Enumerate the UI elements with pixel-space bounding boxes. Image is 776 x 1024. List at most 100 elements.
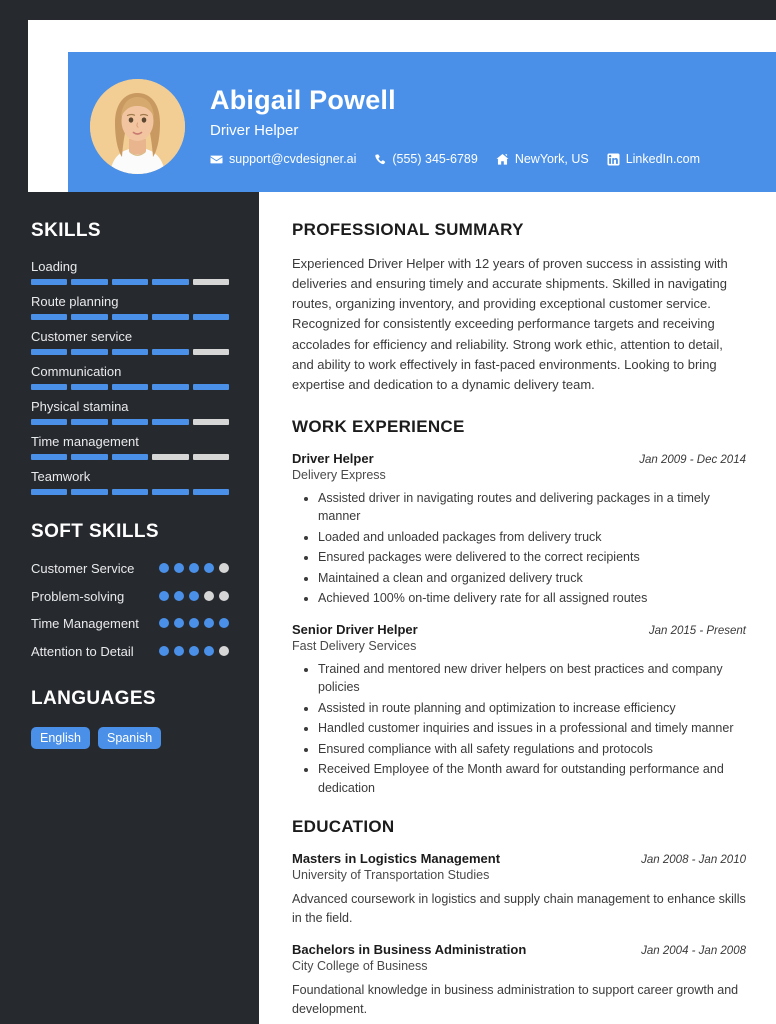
skill-bar-segment: [111, 489, 149, 495]
skill-label: Loading: [31, 259, 78, 274]
skill-bar-segment: [31, 454, 68, 460]
responsibility-list: Trained and mentored new driver helpers …: [292, 660, 746, 798]
contact-list: support@cvdesigner.ai (555) 345-6789 New…: [210, 152, 700, 166]
skill-bar-segment: [152, 489, 189, 495]
skill-bar-segment: [111, 419, 149, 425]
skill-bar-segment: [31, 279, 68, 285]
contact-location[interactable]: NewYork, US: [496, 152, 589, 166]
resume-page: Abigail Powell Driver Helper support@cvd…: [0, 0, 776, 1024]
skill-level-bar: [31, 419, 230, 425]
phone-icon: [375, 154, 386, 165]
language-badge[interactable]: English: [31, 727, 90, 750]
rating-dot: [174, 645, 184, 656]
skill-label: Time management: [31, 434, 139, 449]
degree-date-range: Jan 2008 - Jan 2010: [641, 854, 746, 867]
experience-entry-header: Senior Driver Helper Jan 2015 - Present: [292, 622, 746, 637]
skill-level-bar: [31, 279, 230, 285]
rating-dot: [204, 590, 214, 601]
soft-skill-row: Attention to Detail: [31, 643, 229, 661]
skill-level-bar: [31, 384, 230, 390]
contact-email[interactable]: support@cvdesigner.ai: [210, 152, 356, 166]
home-icon: [496, 153, 509, 165]
summary-heading: PROFESSIONAL SUMMARY: [292, 220, 524, 239]
skill-bar-segment: [192, 454, 230, 460]
school-name: City College of Business: [292, 958, 428, 973]
experience-list: Driver Helper Jan 2009 - Dec 2014 Delivery…: [292, 451, 746, 798]
skill-row: Customer service: [31, 329, 231, 355]
degree-title: Masters in Logistics Management: [292, 851, 501, 867]
rating-dot: [189, 563, 199, 573]
education-description: Foundational knowledge in business admin…: [292, 982, 739, 1016]
skill-bar-segment: [31, 384, 68, 390]
rating-dot: [189, 645, 199, 656]
candidate-role: Driver Helper: [210, 122, 299, 140]
skill-bar-segment: [111, 384, 149, 390]
header-banner: Abigail Powell Driver Helper support@cvd…: [68, 52, 776, 200]
job-date-range: Jan 2015 - Present: [648, 624, 746, 637]
soft-skill-row: Customer Service: [31, 560, 229, 578]
rating-dot: [159, 645, 169, 656]
school-name: University of Transportation Studies: [292, 868, 490, 883]
skill-bar-segment: [71, 384, 108, 390]
rating-dot: [174, 618, 184, 629]
skill-bar-segment: [152, 349, 189, 355]
summary-text: Experienced Driver Helper with 12 years …: [292, 256, 728, 392]
avatar: [90, 78, 185, 174]
skill-row: Time management: [31, 434, 231, 460]
degree-title: Bachelors in Business Administration: [292, 941, 527, 957]
rating-dot: [159, 563, 169, 573]
skill-label: Communication: [31, 364, 122, 379]
skill-bar-segment: [71, 419, 108, 425]
rating-dot: [219, 563, 229, 573]
skill-bar-segment: [192, 489, 230, 495]
skill-label: Route planning: [31, 294, 119, 309]
candidate-name: Abigail Powell: [210, 84, 396, 115]
contact-email-text: support@cvdesigner.ai: [229, 152, 357, 167]
responsibility-item: Assisted driver in navigating routes and…: [318, 489, 746, 526]
skill-bar-segment: [31, 489, 68, 495]
contact-linkedin[interactable]: LinkedIn.com: [607, 152, 700, 166]
job-date-range: Jan 2009 - Dec 2014: [639, 453, 746, 466]
skill-bar-segment: [71, 314, 108, 320]
soft-skill-label: Problem-solving: [31, 588, 125, 604]
skill-bar-segment: [71, 489, 108, 495]
language-badge[interactable]: Spanish: [98, 727, 162, 750]
skill-bar-segment: [71, 454, 108, 460]
skill-label: Teamwork: [31, 469, 91, 484]
linkedin-icon: [607, 153, 620, 166]
company-name: Fast Delivery Services: [292, 638, 417, 653]
soft-skills-heading: SOFT SKILLS: [31, 521, 159, 542]
skill-bar-segment: [192, 279, 230, 285]
envelope-icon: [210, 155, 223, 164]
skill-bar-segment: [152, 384, 189, 390]
skill-bar-segment: [192, 349, 230, 355]
skill-level-bar: [31, 349, 230, 355]
rating-dot: [204, 618, 214, 629]
skill-level-bar: [31, 314, 230, 320]
skill-bar-segment: [111, 454, 149, 460]
rating-dot: [174, 590, 184, 601]
responsibility-item: Achieved 100% on-time delivery rate for …: [318, 589, 746, 608]
rating-dot: [219, 590, 229, 601]
rating-dot: [219, 645, 229, 656]
skill-bar-segment: [31, 419, 68, 425]
job-title: Driver Helper: [292, 450, 374, 466]
header-white-frame: Abigail Powell Driver Helper support@cvd…: [28, 20, 776, 200]
rating-dot: [219, 618, 229, 629]
job-title: Senior Driver Helper: [292, 621, 418, 637]
skill-bar-segment: [192, 314, 230, 320]
soft-skill-rating: [159, 615, 229, 629]
education-entry-header: Masters in Logistics Management Jan 2008 …: [292, 851, 746, 866]
rating-dot: [159, 618, 169, 629]
skill-row: Communication: [31, 364, 231, 390]
contact-phone[interactable]: (555) 345-6789: [374, 152, 478, 166]
responsibility-item: Loaded and unloaded packages from delive…: [318, 528, 746, 547]
contact-linkedin-text: LinkedIn.com: [625, 152, 701, 167]
education-list: Masters in Logistics Management Jan 2008 …: [292, 851, 746, 1018]
education-description: Advanced coursework in logistics and sup…: [292, 892, 746, 926]
skill-bar-segment: [71, 279, 108, 285]
soft-skill-rating: [159, 588, 229, 601]
skill-bar-segment: [111, 314, 149, 320]
skill-bar-segment: [31, 349, 68, 355]
skill-row: Route planning: [31, 294, 231, 320]
